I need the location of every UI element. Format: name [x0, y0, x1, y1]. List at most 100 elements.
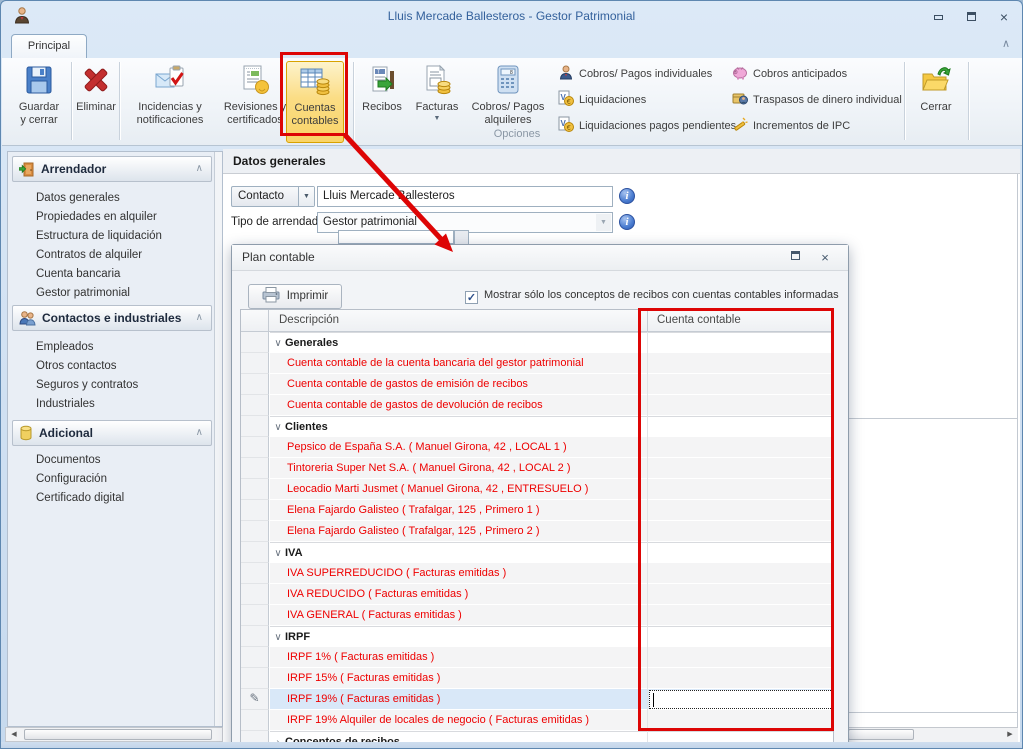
collapse-caret-icon[interactable]: ∧: [196, 157, 203, 181]
window-bottom-frame: [1, 742, 1022, 749]
sidebar-horizontal-scrollbar[interactable]: ◀: [5, 727, 223, 742]
table-row[interactable]: IRPF 1% ( Facturas emitidas ): [241, 647, 833, 668]
table-row[interactable]: Elena Fajardo Galisteo ( Trafalgar, 125 …: [241, 500, 833, 521]
svg-text:8: 8: [510, 70, 513, 76]
sidebar-item-cuenta-bancaria[interactable]: Cuenta bancaria: [36, 265, 212, 284]
ribbon-tab-row: Principal ∧: [1, 31, 1022, 58]
individual-payments-link[interactable]: Cobros/ Pagos individuales: [558, 64, 712, 84]
column-header-descripcion[interactable]: Descripción: [279, 310, 339, 331]
account-code-editor[interactable]: [649, 690, 833, 709]
contact-selector-button[interactable]: Contacto ▼: [231, 186, 315, 207]
delete-x-icon: [74, 64, 118, 99]
people-icon: [19, 310, 36, 326]
annotation-box-button: [280, 52, 348, 136]
sidebar-item-propiedades[interactable]: Propiedades en alquiler: [36, 208, 212, 227]
table-row[interactable]: IVA GENERAL ( Facturas emitidas ): [241, 605, 833, 626]
scrollbar-thumb[interactable]: [848, 729, 914, 740]
tab-principal[interactable]: Principal: [11, 34, 87, 58]
table-row-selected[interactable]: ✎ IRPF 19% ( Facturas emitidas ): [241, 689, 833, 710]
invoices-button[interactable]: Facturas ▼: [410, 61, 464, 143]
panel-divider: [848, 418, 1018, 419]
sidebar-item-empleados[interactable]: Empleados: [36, 338, 212, 357]
table-row[interactable]: Leocadio Marti Jusmet ( Manuel Girona, 4…: [241, 479, 833, 500]
table-row[interactable]: IVA SUPERREDUCIDO ( Facturas emitidas ): [241, 563, 833, 584]
sidebar-item-estructura[interactable]: Estructura de liquidación: [36, 227, 212, 246]
close-form-button[interactable]: Cerrar: [908, 61, 964, 143]
ipc-increment-link[interactable]: Incrementos de IPC: [732, 116, 850, 136]
invoices-dropdown-icon[interactable]: ▼: [410, 115, 464, 122]
money-transfer-icon: [732, 90, 748, 106]
group-row-generales[interactable]: ∨Generales: [241, 332, 833, 353]
dialog-restore-button[interactable]: [786, 251, 804, 265]
table-row[interactable]: Tintoreria Super Net S.A. ( Manuel Giron…: [241, 458, 833, 479]
sidebar-item-contratos[interactable]: Contratos de alquiler: [36, 246, 212, 265]
info-icon[interactable]: i: [619, 214, 635, 230]
column-header-cuenta-contable[interactable]: Cuenta contable: [657, 310, 741, 331]
plan-contable-dialog: Plan contable × Imprimir ✓Mostrar sólo l…: [231, 244, 849, 749]
svg-text:T: T: [377, 70, 380, 76]
sidebar-section-adicional[interactable]: Adicional ∧: [12, 420, 212, 446]
restore-button[interactable]: [959, 10, 983, 25]
scroll-right-icon[interactable]: ▶: [1003, 729, 1017, 740]
title-bar: Lluis Mercade Ballesteros - Gestor Patri…: [1, 1, 1022, 31]
chevron-down-icon: ▼: [596, 214, 611, 231]
table-row[interactable]: IRPF 15% ( Facturas emitidas ): [241, 668, 833, 689]
calculator-icon: 8: [466, 64, 550, 99]
liquidations-link[interactable]: V€Liquidaciones: [558, 90, 646, 110]
scrollbar-thumb[interactable]: [24, 729, 212, 740]
minimize-button[interactable]: [926, 10, 950, 25]
close-button[interactable]: ×: [992, 10, 1016, 25]
sidebar-item-seguros[interactable]: Seguros y contratos: [36, 376, 212, 395]
dialog-close-button[interactable]: ×: [816, 251, 834, 265]
sidebar-item-documentos[interactable]: Documentos: [36, 451, 212, 470]
print-button[interactable]: Imprimir: [248, 284, 342, 309]
main-horizontal-scrollbar[interactable]: ▶: [846, 727, 1018, 742]
incidents-notifications-button[interactable]: Incidencias y notificaciones: [123, 61, 217, 143]
save-close-button[interactable]: Guardar y cerrar: [10, 61, 68, 143]
scroll-left-icon[interactable]: ◀: [7, 729, 21, 740]
checkbox-checked-icon[interactable]: ✓: [465, 291, 478, 304]
table-row[interactable]: IVA REDUCIDO ( Facturas emitidas ): [241, 584, 833, 605]
receipts-button[interactable]: T Recibos: [356, 61, 408, 143]
person-icon: [558, 64, 574, 80]
sidebar-item-certificado[interactable]: Certificado digital: [36, 489, 212, 508]
sidebar-item-configuracion[interactable]: Configuración: [36, 470, 212, 489]
table-row[interactable]: Elena Fajardo Galisteo ( Trafalgar, 125 …: [241, 521, 833, 542]
sidebar-item-datos-generales[interactable]: Datos generales: [36, 189, 212, 208]
application-window: Lluis Mercade Ballesteros - Gestor Patri…: [0, 0, 1023, 749]
group-row-iva[interactable]: ∨IVA: [241, 542, 833, 563]
ribbon: Guardar y cerrar Eliminar Incidencias y …: [2, 58, 1023, 146]
table-row[interactable]: Pepsico de España S.A. ( Manuel Girona, …: [241, 437, 833, 458]
accounts-table: Descripción Cuenta contable ∨Generales C…: [240, 309, 834, 749]
sidebar-item-industriales[interactable]: Industriales: [36, 395, 212, 414]
invoice-icon: [410, 64, 464, 99]
hidden-field-partial[interactable]: [338, 230, 454, 244]
ribbon-collapse-icon[interactable]: ∧: [1002, 37, 1010, 50]
chevron-down-icon[interactable]: ▼: [298, 187, 314, 206]
contact-name-field[interactable]: Lluis Mercade Ballesteros: [317, 186, 613, 207]
sidebar-item-otros-contactos[interactable]: Otros contactos: [36, 357, 212, 376]
info-icon[interactable]: i: [619, 188, 635, 204]
table-row[interactable]: Cuenta contable de la cuenta bancaria de…: [241, 353, 833, 374]
advance-collections-link[interactable]: Cobros anticipados: [732, 64, 847, 84]
save-icon: [10, 64, 68, 99]
table-body: ∨Generales Cuenta contable de la cuenta …: [241, 332, 833, 749]
delete-button[interactable]: Eliminar: [74, 61, 118, 143]
table-row[interactable]: Cuenta contable de gastos de devolución …: [241, 395, 833, 416]
collapse-caret-icon[interactable]: ∧: [196, 306, 203, 330]
filter-checkbox-row[interactable]: ✓Mostrar sólo los conceptos de recibos c…: [465, 288, 839, 304]
money-transfer-link[interactable]: Traspasos de dinero individual: [732, 90, 902, 110]
sidebar-item-gestor-patrimonial[interactable]: Gestor patrimonial: [36, 284, 212, 303]
sidebar: Arrendador ∧ Datos generales Propiedades…: [7, 151, 223, 727]
sidebar-vertical-scrollbar[interactable]: [214, 152, 222, 726]
group-row-clientes[interactable]: ∨Clientes: [241, 416, 833, 437]
collapse-caret-icon[interactable]: ∧: [196, 421, 203, 445]
group-row-irpf[interactable]: ∨IRPF: [241, 626, 833, 647]
sidebar-section-arrendador[interactable]: Arrendador ∧: [12, 156, 212, 182]
table-row[interactable]: IRPF 19% Alquiler de locales de negocio …: [241, 710, 833, 731]
sidebar-section-contactos[interactable]: Contactos e industriales ∧: [12, 305, 212, 331]
liquidation-doc-icon: V€: [558, 90, 574, 106]
pending-liquidations-link[interactable]: V€Liquidaciones pagos pendientes: [558, 116, 736, 136]
table-row[interactable]: Cuenta contable de gastos de emisión de …: [241, 374, 833, 395]
ribbon-group-label: Opciones: [457, 128, 577, 140]
